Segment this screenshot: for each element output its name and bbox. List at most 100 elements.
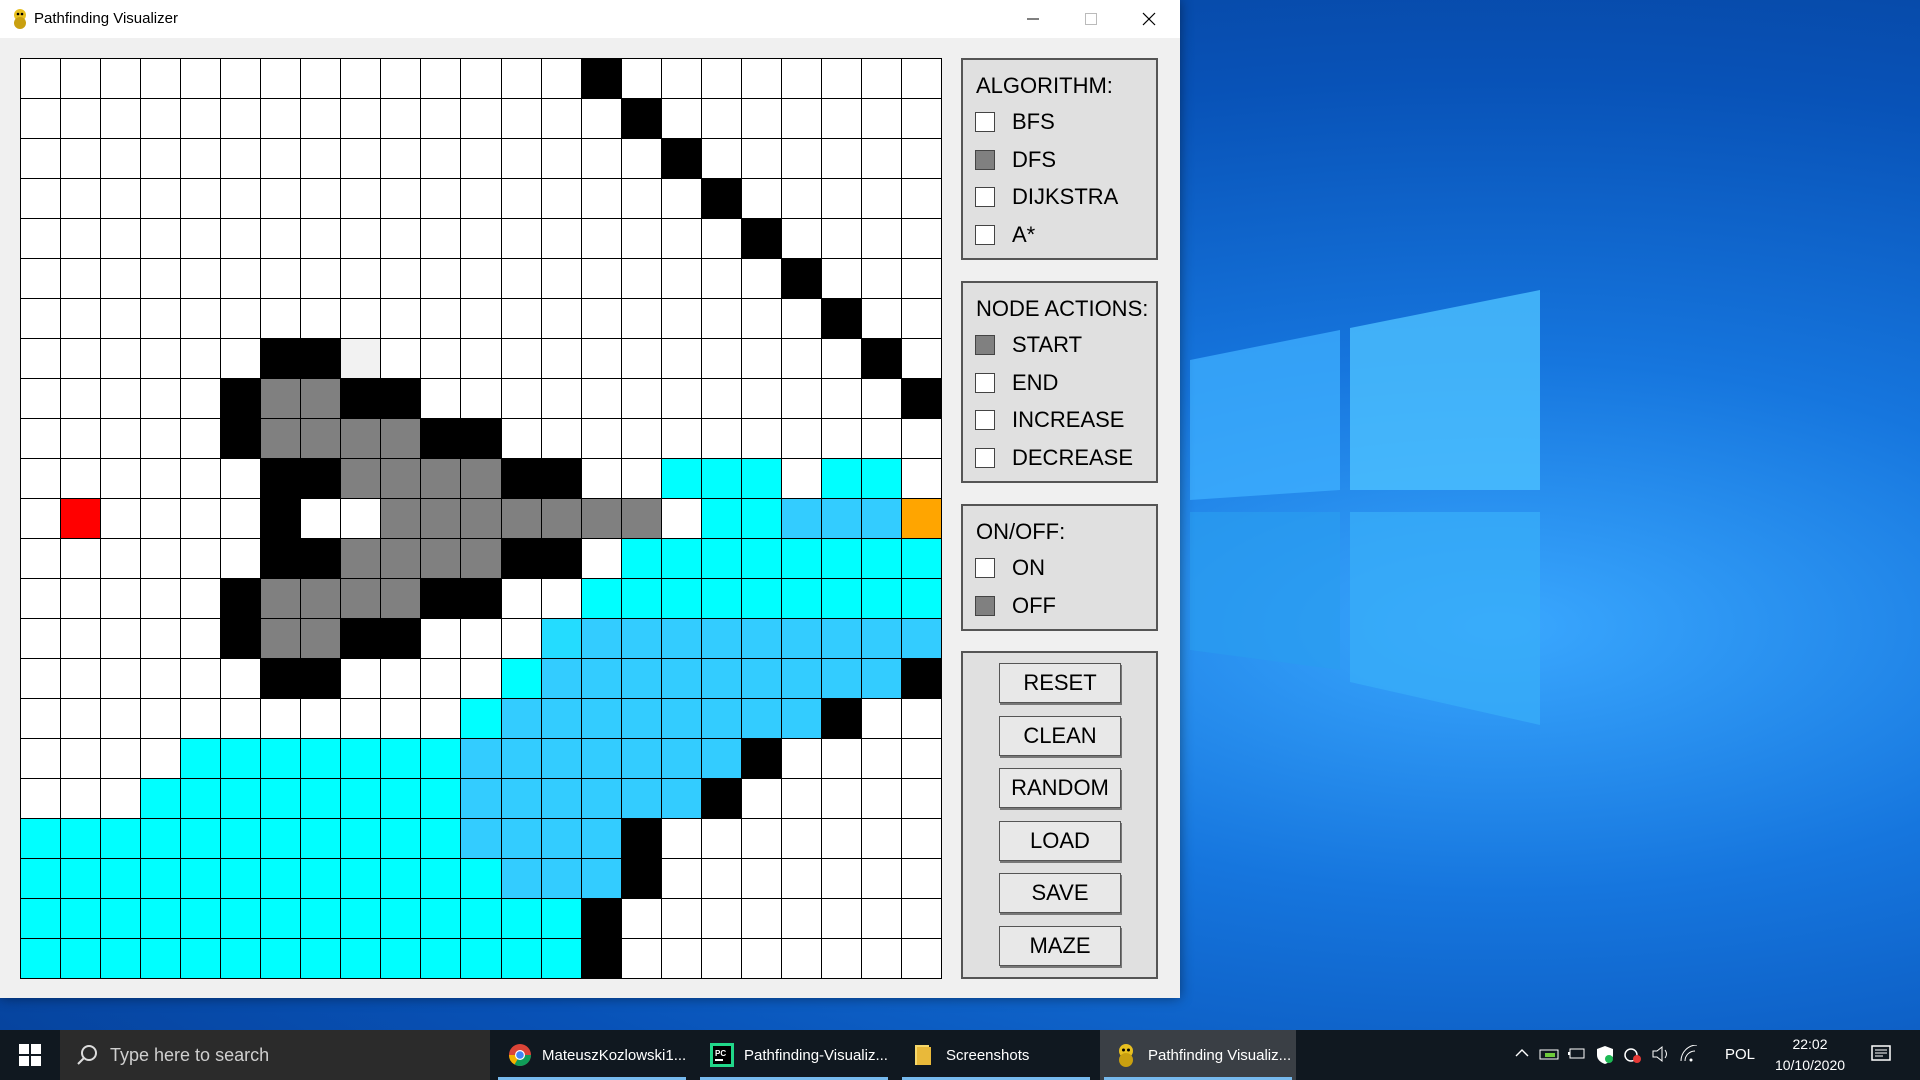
- grid-cell[interactable]: [341, 59, 381, 98]
- frontier-cell[interactable]: [421, 859, 461, 898]
- visited-cell[interactable]: [261, 619, 301, 658]
- end-node[interactable]: [901, 499, 941, 538]
- grid-cell[interactable]: [501, 579, 541, 618]
- grid-cell[interactable]: [661, 379, 701, 418]
- frontier-cell[interactable]: [501, 859, 541, 898]
- checkbox[interactable]: [975, 150, 995, 170]
- wall-cell[interactable]: [301, 339, 341, 378]
- grid-cell[interactable]: [701, 899, 741, 938]
- grid-cell[interactable]: [21, 539, 61, 578]
- wall-cell[interactable]: [381, 379, 421, 418]
- visited-cell[interactable]: [421, 459, 461, 498]
- grid-cell[interactable]: [741, 899, 781, 938]
- grid-cell[interactable]: [141, 219, 181, 258]
- frontier-cell[interactable]: [261, 859, 301, 898]
- grid-cell[interactable]: [901, 219, 941, 258]
- grid-cell[interactable]: [901, 339, 941, 378]
- grid-cell[interactable]: [341, 259, 381, 298]
- frontier-cell[interactable]: [781, 579, 821, 618]
- grid-cell[interactable]: [901, 859, 941, 898]
- frontier-cell[interactable]: [181, 779, 221, 818]
- grid-cell[interactable]: [821, 379, 861, 418]
- grid-cell[interactable]: [501, 419, 541, 458]
- wall-cell[interactable]: [421, 419, 461, 458]
- visited-cell[interactable]: [461, 539, 501, 578]
- grid-cell[interactable]: [581, 459, 621, 498]
- clean-button[interactable]: CLEAN: [999, 716, 1121, 756]
- grid-cell[interactable]: [861, 59, 901, 98]
- grid-cell[interactable]: [61, 699, 101, 738]
- frontier-cell[interactable]: [781, 619, 821, 658]
- grid-cell[interactable]: [781, 859, 821, 898]
- grid-cell[interactable]: [341, 499, 381, 538]
- grid-cell[interactable]: [741, 779, 781, 818]
- start-button[interactable]: [0, 1030, 60, 1080]
- grid-cell[interactable]: [141, 419, 181, 458]
- frontier-cell[interactable]: [661, 739, 701, 778]
- frontier-cell[interactable]: [101, 939, 141, 978]
- random-button[interactable]: RANDOM: [999, 768, 1121, 808]
- chevron-up-icon[interactable]: [1514, 1045, 1530, 1061]
- grid-cell[interactable]: [141, 179, 181, 218]
- grid-cell[interactable]: [861, 379, 901, 418]
- grid-cell[interactable]: [541, 219, 581, 258]
- grid-cell[interactable]: [901, 59, 941, 98]
- onoff-option-on[interactable]: ON: [975, 553, 1045, 583]
- grid-cell[interactable]: [781, 379, 821, 418]
- grid-cell[interactable]: [21, 259, 61, 298]
- grid-cell[interactable]: [21, 619, 61, 658]
- frontier-cell[interactable]: [621, 539, 661, 578]
- grid-cell[interactable]: [221, 339, 261, 378]
- frontier-cell[interactable]: [541, 659, 581, 698]
- grid-cell[interactable]: [61, 579, 101, 618]
- clock-time[interactable]: 22:02: [1775, 1036, 1845, 1052]
- frontier-cell[interactable]: [461, 899, 501, 938]
- grid-cell[interactable]: [181, 379, 221, 418]
- frontier-cell[interactable]: [741, 499, 781, 538]
- grid-cell[interactable]: [821, 99, 861, 138]
- grid-cell[interactable]: [701, 59, 741, 98]
- grid-cell[interactable]: [381, 139, 421, 178]
- grid-cell[interactable]: [221, 99, 261, 138]
- grid-cell[interactable]: [181, 139, 221, 178]
- frontier-cell[interactable]: [541, 899, 581, 938]
- grid-cell[interactable]: [621, 419, 661, 458]
- grid-cell[interactable]: [181, 299, 221, 338]
- grid-cell[interactable]: [101, 579, 141, 618]
- grid-cell[interactable]: [861, 139, 901, 178]
- grid-cell[interactable]: [21, 779, 61, 818]
- frontier-cell[interactable]: [421, 899, 461, 938]
- frontier-cell[interactable]: [501, 699, 541, 738]
- grid-cell[interactable]: [661, 419, 701, 458]
- grid-cell[interactable]: [501, 379, 541, 418]
- grid-cell[interactable]: [541, 259, 581, 298]
- frontier-cell[interactable]: [621, 579, 661, 618]
- frontier-cell[interactable]: [221, 859, 261, 898]
- wall-cell[interactable]: [581, 899, 621, 938]
- frontier-cell[interactable]: [661, 659, 701, 698]
- grid-cell[interactable]: [221, 179, 261, 218]
- grid-cell[interactable]: [861, 779, 901, 818]
- grid-cell[interactable]: [101, 419, 141, 458]
- grid-cell[interactable]: [781, 59, 821, 98]
- visited-cell[interactable]: [301, 579, 341, 618]
- grid-cell[interactable]: [621, 939, 661, 978]
- grid-cell[interactable]: [461, 619, 501, 658]
- grid-cell[interactable]: [821, 939, 861, 978]
- frontier-cell[interactable]: [341, 739, 381, 778]
- grid-cell[interactable]: [221, 219, 261, 258]
- grid-cell[interactable]: [301, 139, 341, 178]
- grid-cell[interactable]: [901, 699, 941, 738]
- frontier-cell[interactable]: [541, 619, 581, 658]
- grid-cell[interactable]: [101, 339, 141, 378]
- grid-cell[interactable]: [461, 219, 501, 258]
- grid-cell[interactable]: [581, 419, 621, 458]
- grid-cell[interactable]: [181, 619, 221, 658]
- start-node[interactable]: [61, 499, 101, 538]
- frontier-cell[interactable]: [21, 859, 61, 898]
- grid-cell[interactable]: [781, 739, 821, 778]
- grid-cell[interactable]: [861, 219, 901, 258]
- grid-cell[interactable]: [341, 299, 381, 338]
- frontier-cell[interactable]: [701, 499, 741, 538]
- wall-cell[interactable]: [621, 99, 661, 138]
